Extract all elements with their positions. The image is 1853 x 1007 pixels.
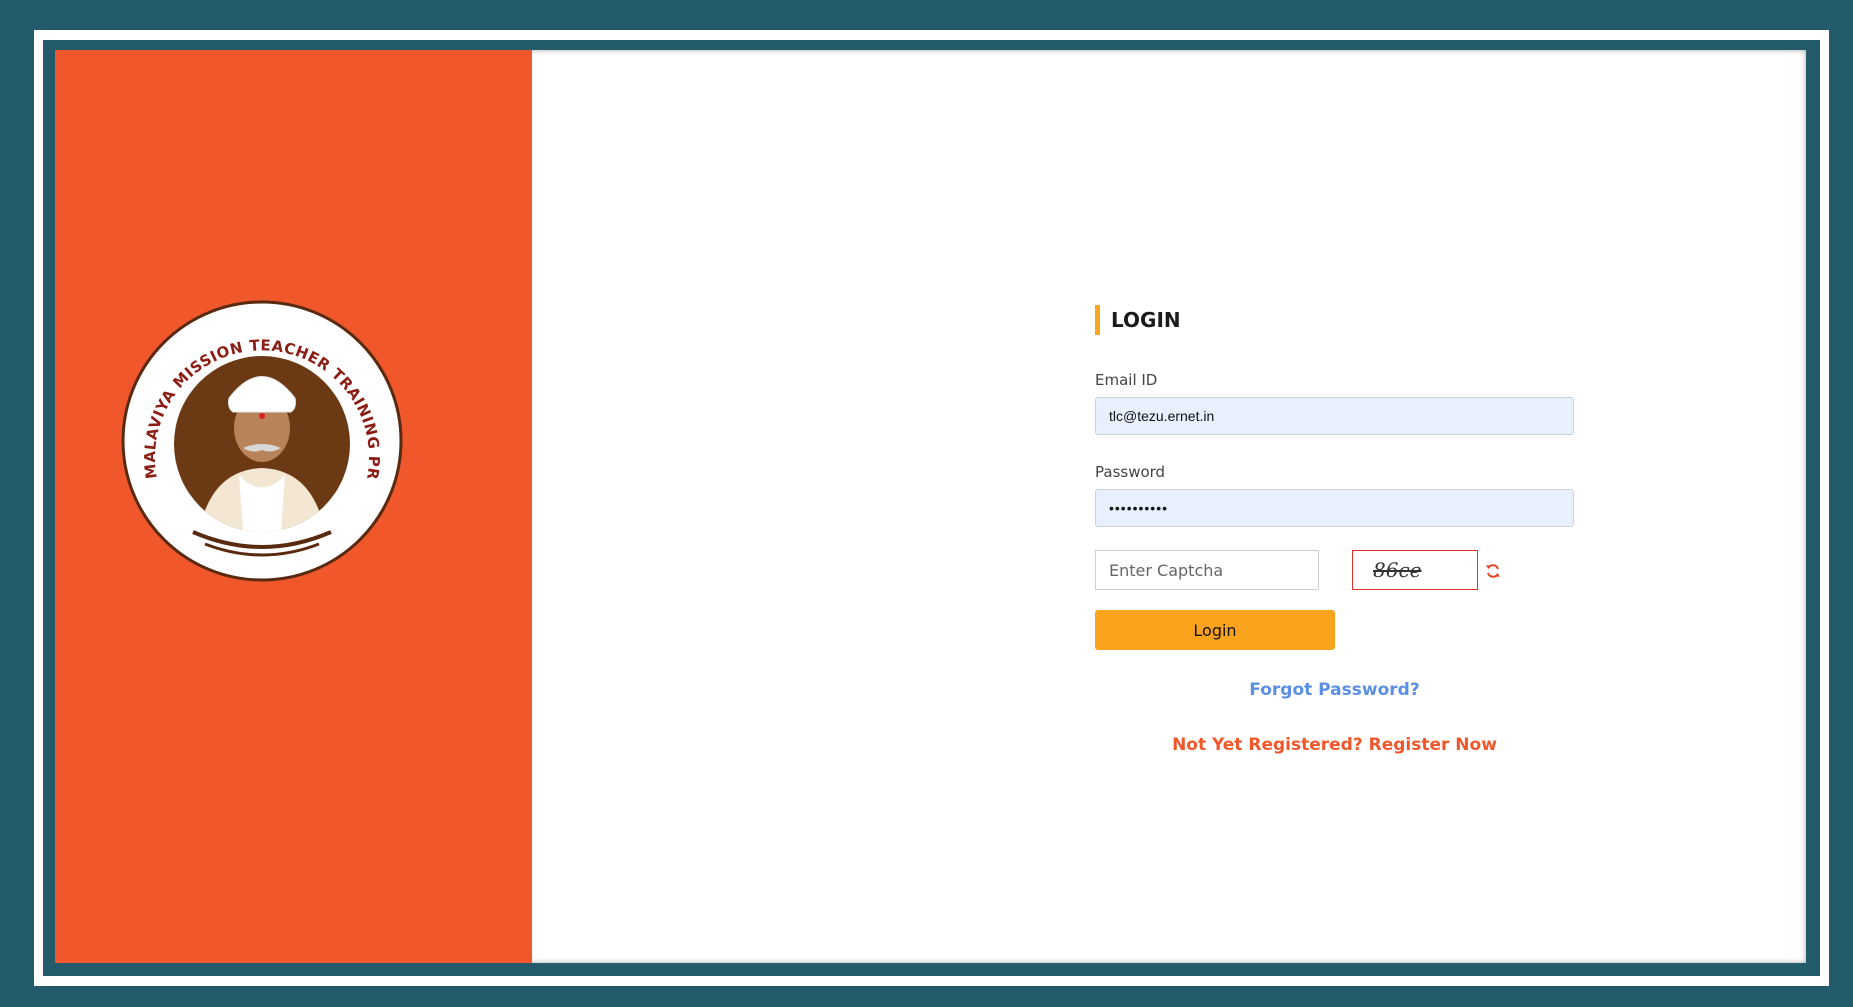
forgot-password-link[interactable]: Forgot Password? xyxy=(1095,680,1574,700)
captcha-image: 86ce xyxy=(1352,550,1478,590)
svg-text:MALAVIYA MISSION TEACHER TRAIN: MALAVIYA MISSION TEACHER TRAINING PROGRA… xyxy=(121,300,383,481)
login-card: MALAVIYA MISSION TEACHER TRAINING PROGRA… xyxy=(55,50,1806,963)
password-field[interactable] xyxy=(1095,489,1574,527)
email-field[interactable] xyxy=(1095,397,1574,435)
captcha-text: 86ce xyxy=(1373,558,1422,582)
login-button[interactable]: Login xyxy=(1095,610,1335,650)
register-link[interactable]: Not Yet Registered? Register Now xyxy=(1095,735,1574,755)
login-form: LOGIN Email ID Password 86ce Login Forgo… xyxy=(1095,305,1595,755)
login-heading: LOGIN xyxy=(1095,305,1595,335)
brand-panel: MALAVIYA MISSION TEACHER TRAINING PROGRA… xyxy=(55,50,532,963)
captcha-input[interactable] xyxy=(1095,550,1319,590)
password-label: Password xyxy=(1095,463,1166,481)
email-label: Email ID xyxy=(1095,371,1158,389)
logo-ring-text: MALAVIYA MISSION TEACHER TRAINING PROGRA… xyxy=(121,300,383,481)
refresh-icon[interactable] xyxy=(1485,563,1501,579)
